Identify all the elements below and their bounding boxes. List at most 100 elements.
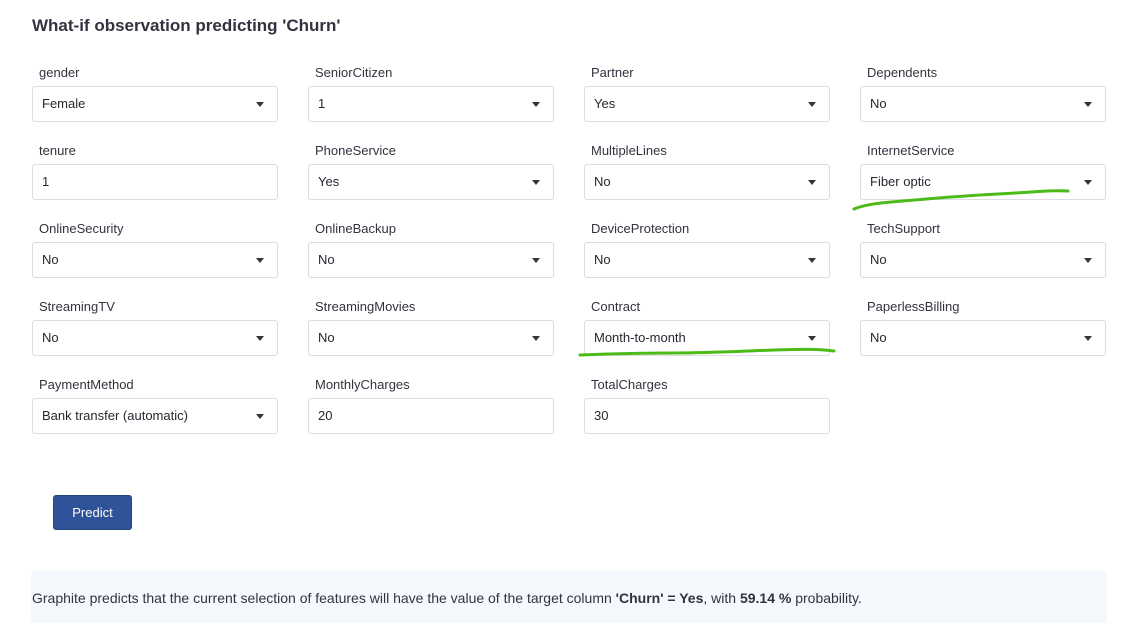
- online-security-value: No: [42, 252, 59, 267]
- tenure-input[interactable]: 1: [32, 164, 278, 200]
- result-prefix: Graphite predicts that the current selec…: [32, 590, 616, 606]
- online-backup-select[interactable]: No: [308, 242, 554, 278]
- tenure-value: 1: [42, 174, 50, 189]
- field-payment-method: PaymentMethod Bank transfer (automatic): [32, 376, 278, 434]
- streaming-tv-select[interactable]: No: [32, 320, 278, 356]
- chevron-down-icon[interactable]: [808, 102, 816, 107]
- field-online-backup: OnlineBackup No: [308, 220, 554, 278]
- field-internet-service: InternetService Fiber optic: [860, 142, 1106, 200]
- senior-citizen-select[interactable]: 1: [308, 86, 554, 122]
- field-contract: Contract Month-to-month: [584, 298, 830, 356]
- field-gender: gender Female: [32, 64, 278, 122]
- monthly-charges-input[interactable]: 20: [308, 398, 554, 434]
- field-tech-support: TechSupport No: [860, 220, 1106, 278]
- what-if-page: What-if observation predicting 'Churn' g…: [0, 0, 1123, 633]
- multiple-lines-value: No: [594, 174, 611, 189]
- streaming-movies-value: No: [318, 330, 335, 345]
- gender-value: Female: [42, 96, 86, 111]
- partner-value: Yes: [594, 96, 616, 111]
- tech-support-value: No: [870, 252, 887, 267]
- contract-value: Month-to-month: [594, 330, 686, 345]
- paperless-billing-select[interactable]: No: [860, 320, 1106, 356]
- chevron-down-icon[interactable]: [532, 180, 540, 185]
- field-tenure: tenure 1: [32, 142, 278, 200]
- chevron-down-icon[interactable]: [1084, 258, 1092, 263]
- field-partner: Partner Yes: [584, 64, 830, 122]
- result-text: Graphite predicts that the current selec…: [32, 590, 862, 606]
- field-label-streaming-tv: StreamingTV: [39, 299, 115, 314]
- prediction-result: Graphite predicts that the current selec…: [31, 571, 1107, 623]
- field-label-tech-support: TechSupport: [867, 221, 940, 236]
- field-label-total-charges: TotalCharges: [591, 377, 668, 392]
- internet-service-value: Fiber optic: [870, 174, 931, 189]
- tech-support-select[interactable]: No: [860, 242, 1106, 278]
- field-dependents: Dependents No: [860, 64, 1106, 122]
- chevron-down-icon[interactable]: [256, 258, 264, 263]
- chevron-down-icon[interactable]: [256, 336, 264, 341]
- predict-button[interactable]: Predict: [53, 495, 132, 530]
- device-protection-value: No: [594, 252, 611, 267]
- chevron-down-icon[interactable]: [1084, 180, 1092, 185]
- field-label-phone-service: PhoneService: [315, 143, 396, 158]
- paperless-billing-value: No: [870, 330, 887, 345]
- chevron-down-icon[interactable]: [1084, 102, 1092, 107]
- monthly-charges-value: 20: [318, 408, 333, 423]
- field-label-device-protection: DeviceProtection: [591, 221, 690, 236]
- field-label-monthly-charges: MonthlyCharges: [315, 377, 410, 392]
- dependents-value: No: [870, 96, 887, 111]
- device-protection-select[interactable]: No: [584, 242, 830, 278]
- field-streaming-movies: StreamingMovies No: [308, 298, 554, 356]
- phone-service-value: Yes: [318, 174, 340, 189]
- field-label-multiple-lines: MultipleLines: [591, 143, 667, 158]
- field-label-dependents: Dependents: [867, 65, 938, 80]
- field-total-charges: TotalCharges 30: [584, 376, 830, 434]
- field-phone-service: PhoneService Yes: [308, 142, 554, 200]
- chevron-down-icon[interactable]: [808, 258, 816, 263]
- field-label-tenure: tenure: [39, 143, 76, 158]
- total-charges-value: 30: [594, 408, 609, 423]
- result-target: 'Churn' = Yes: [615, 590, 704, 606]
- payment-method-value: Bank transfer (automatic): [42, 408, 188, 423]
- page-title: What-if observation predicting 'Churn': [32, 16, 341, 35]
- senior-citizen-value: 1: [318, 96, 326, 111]
- partner-select[interactable]: Yes: [584, 86, 830, 122]
- field-label-payment-method: PaymentMethod: [39, 377, 134, 392]
- field-online-security: OnlineSecurity No: [32, 220, 278, 278]
- field-label-senior-citizen: SeniorCitizen: [315, 65, 393, 80]
- internet-service-select[interactable]: Fiber optic: [860, 164, 1106, 200]
- field-label-partner: Partner: [591, 65, 634, 80]
- streaming-movies-select[interactable]: No: [308, 320, 554, 356]
- payment-method-select[interactable]: Bank transfer (automatic): [32, 398, 278, 434]
- phone-service-select[interactable]: Yes: [308, 164, 554, 200]
- field-label-paperless-billing: PaperlessBilling: [867, 299, 960, 314]
- chevron-down-icon[interactable]: [532, 258, 540, 263]
- field-multiple-lines: MultipleLines No: [584, 142, 830, 200]
- field-streaming-tv: StreamingTV No: [32, 298, 278, 356]
- field-label-gender: gender: [39, 65, 80, 80]
- multiple-lines-select[interactable]: No: [584, 164, 830, 200]
- online-security-select[interactable]: No: [32, 242, 278, 278]
- chevron-down-icon[interactable]: [532, 102, 540, 107]
- streaming-tv-value: No: [42, 330, 59, 345]
- result-middle: , with: [703, 590, 740, 606]
- result-probability: 59.14 %: [739, 590, 792, 606]
- field-label-contract: Contract: [591, 299, 641, 314]
- chevron-down-icon[interactable]: [256, 414, 264, 419]
- result-suffix: probability.: [791, 590, 862, 606]
- chevron-down-icon[interactable]: [532, 336, 540, 341]
- contract-select[interactable]: Month-to-month: [584, 320, 830, 356]
- field-label-online-security: OnlineSecurity: [39, 221, 124, 236]
- chevron-down-icon[interactable]: [1084, 336, 1092, 341]
- chevron-down-icon[interactable]: [808, 180, 816, 185]
- dependents-select[interactable]: No: [860, 86, 1106, 122]
- chevron-down-icon[interactable]: [808, 336, 816, 341]
- field-senior-citizen: SeniorCitizen 1: [308, 64, 554, 122]
- chevron-down-icon[interactable]: [256, 102, 264, 107]
- field-label-internet-service: InternetService: [867, 143, 955, 158]
- field-monthly-charges: MonthlyCharges 20: [308, 376, 554, 434]
- field-paperless-billing: PaperlessBilling No: [860, 298, 1106, 356]
- field-label-online-backup: OnlineBackup: [315, 221, 396, 236]
- field-device-protection: DeviceProtection No: [584, 220, 830, 278]
- total-charges-input[interactable]: 30: [584, 398, 830, 434]
- gender-select[interactable]: Female: [32, 86, 278, 122]
